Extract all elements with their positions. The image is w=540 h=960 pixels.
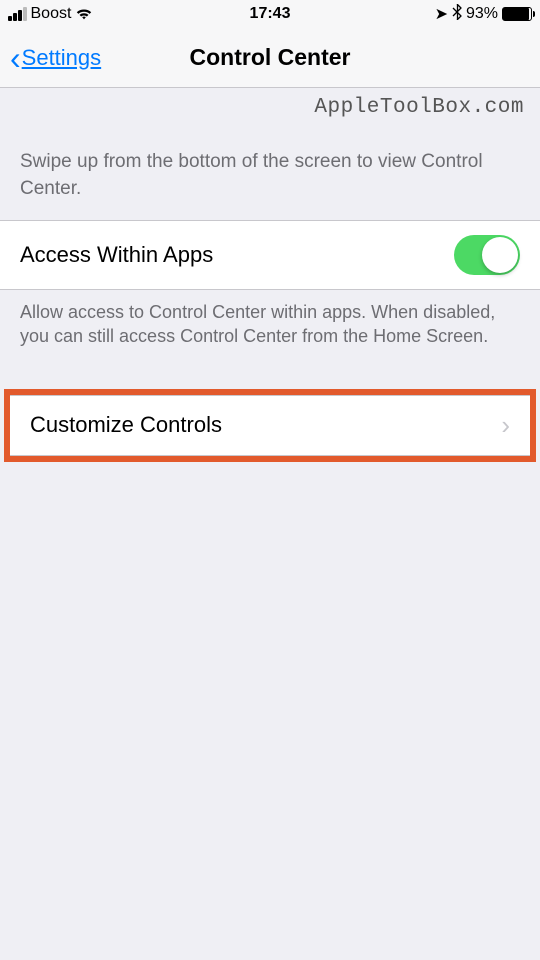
access-within-apps-row: Access Within Apps <box>0 220 540 290</box>
back-label: Settings <box>22 45 102 71</box>
status-left: Boost <box>8 5 93 23</box>
status-right: ➤ 93% <box>435 4 532 25</box>
wifi-icon <box>75 7 93 21</box>
watermark-text: AppleToolBox.com <box>0 88 540 119</box>
switch-knob <box>482 237 518 273</box>
signal-bars-icon <box>8 7 27 21</box>
highlight-box: Customize Controls › <box>4 389 536 462</box>
chevron-left-icon: ‹ <box>10 42 21 74</box>
nav-bar: ‹ Settings Control Center <box>0 28 540 88</box>
access-footer-description: Allow access to Control Center within ap… <box>0 290 540 389</box>
access-within-apps-toggle[interactable] <box>454 235 520 275</box>
status-bar: Boost 17:43 ➤ 93% <box>0 0 540 28</box>
battery-pct: 93% <box>466 5 498 23</box>
carrier-label: Boost <box>31 5 72 23</box>
chevron-right-icon: › <box>501 410 510 441</box>
status-time: 17:43 <box>250 5 291 23</box>
customize-controls-label: Customize Controls <box>30 412 222 438</box>
page-title: Control Center <box>190 44 351 71</box>
location-icon: ➤ <box>435 4 448 24</box>
back-button[interactable]: ‹ Settings <box>10 42 101 74</box>
battery-icon <box>502 7 532 21</box>
section-description: Swipe up from the bottom of the screen t… <box>0 119 540 220</box>
bluetooth-icon <box>452 4 462 25</box>
customize-controls-row[interactable]: Customize Controls › <box>10 395 530 456</box>
access-within-apps-label: Access Within Apps <box>20 242 213 268</box>
